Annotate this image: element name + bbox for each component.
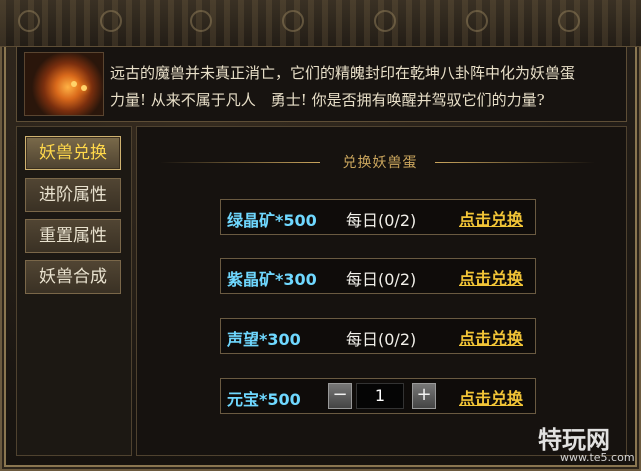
redeem-link[interactable]: 点击兑换 xyxy=(459,206,523,230)
ornament-icon xyxy=(18,10,40,32)
quantity-input[interactable]: 1 xyxy=(356,383,404,409)
ornament-icon xyxy=(374,10,396,32)
daily-limit: 每日(0/2) xyxy=(346,330,417,349)
beast-portrait-icon xyxy=(24,52,104,116)
daily-limit: 每日(0/2) xyxy=(346,270,417,289)
exchange-row-prestige: 声望*300 每日(0/2) 点击兑换 xyxy=(220,318,536,354)
nav-item-beast-synthesis[interactable]: 妖兽合成 xyxy=(25,260,121,294)
item-name: 紫晶矿*300 xyxy=(227,270,317,289)
intro-line-2: 力量! 从来不属于凡人 勇士! 你是否拥有唤醒并驾驭它们的力量? xyxy=(110,91,545,109)
sidebar-nav: 妖兽兑换 进阶属性 重置属性 妖兽合成 xyxy=(16,126,132,456)
exchange-row-ingot: 元宝*500 − 1 + 点击兑换 xyxy=(220,378,536,414)
site-watermark-url: www.te5.com xyxy=(560,451,635,464)
nav-item-advanced-attributes[interactable]: 进阶属性 xyxy=(25,178,121,212)
redeem-link[interactable]: 点击兑换 xyxy=(459,265,523,289)
beast-eye-icon xyxy=(71,81,77,87)
exchange-row-green-crystal: 绿晶矿*500 每日(0/2) 点击兑换 xyxy=(220,199,536,235)
ornament-icon xyxy=(100,10,122,32)
item-name: 元宝*500 xyxy=(227,390,301,409)
ornament-icon xyxy=(558,10,580,32)
beast-eye-icon xyxy=(81,85,87,91)
redeem-link[interactable]: 点击兑换 xyxy=(459,385,523,409)
quantity-increase-button[interactable]: + xyxy=(412,383,436,409)
exchange-row-purple-crystal: 紫晶矿*300 每日(0/2) 点击兑换 xyxy=(220,258,536,294)
ornament-icon xyxy=(466,10,488,32)
redeem-link[interactable]: 点击兑换 xyxy=(459,325,523,349)
quantity-decrease-button[interactable]: − xyxy=(328,383,352,409)
top-ornament-bar xyxy=(0,0,641,47)
item-name: 绿晶矿*500 xyxy=(227,211,317,230)
intro-text: 远古的魔兽并未真正消亡，它们的精魄封印在乾坤八卦阵中化为妖兽蛋 力量! 从来不属… xyxy=(110,60,610,114)
nav-item-reset-attributes[interactable]: 重置属性 xyxy=(25,219,121,253)
item-name: 声望*300 xyxy=(227,330,301,349)
ornament-icon xyxy=(282,10,304,32)
section-title-divider-right xyxy=(435,162,595,163)
nav-item-beast-exchange[interactable]: 妖兽兑换 xyxy=(25,136,121,170)
daily-limit: 每日(0/2) xyxy=(346,211,417,230)
ornament-icon xyxy=(190,10,212,32)
intro-line-1: 远古的魔兽并未真正消亡，它们的精魄封印在乾坤八卦阵中化为妖兽蛋 xyxy=(110,64,576,82)
